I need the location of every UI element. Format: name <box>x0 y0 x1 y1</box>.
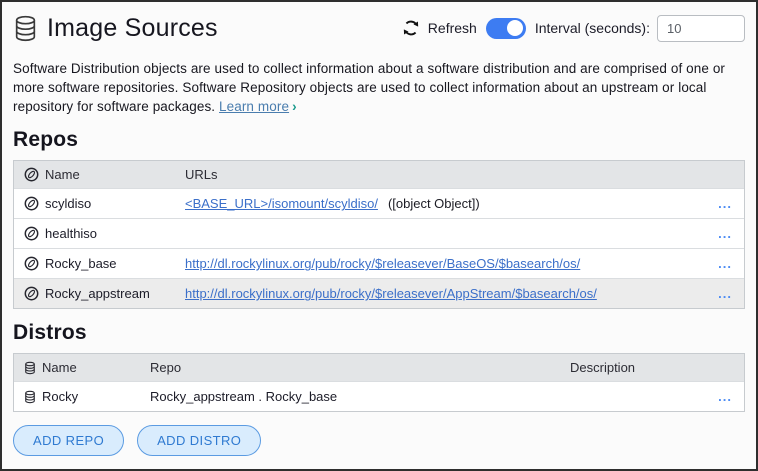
repo-actions-cell: ... <box>706 260 744 268</box>
description-text: Software Distribution objects are used t… <box>13 61 726 115</box>
distros-header-name-label: Name <box>42 360 77 376</box>
repo-name-cell: scyldiso <box>14 196 179 211</box>
repos-table-body: scyldiso <BASE_URL>/isomount/scyldiso/ ([o… <box>14 188 744 309</box>
page-header: Image Sources Refresh Interval (seconds)… <box>13 10 745 46</box>
refresh-icon[interactable] <box>401 18 421 38</box>
repos-heading: Repos <box>13 128 79 152</box>
repo-url-cell: http://dl.rockylinux.org/pub/rocky/$rele… <box>179 256 706 271</box>
repos-table-header: Name URLs <box>14 161 744 189</box>
distros-header-description: Description <box>564 360 706 375</box>
repo-url-cell: http://dl.rockylinux.org/pub/rocky/$rele… <box>179 286 706 301</box>
repo-actions-cell: ... <box>706 230 744 238</box>
table-row: Rocky Rocky_appstream . Rocky_base... <box>14 381 744 412</box>
page-title: Image Sources <box>47 13 218 42</box>
repo-circle-icon <box>24 226 39 241</box>
distro-repo: Rocky_appstream . Rocky_base <box>150 389 338 405</box>
repo-circle-icon <box>24 196 39 211</box>
distros-table-header: Name Repo Description <box>14 354 744 382</box>
row-menu-button[interactable]: ... <box>718 200 732 208</box>
distros-header-repo-label: Repo <box>150 360 182 376</box>
row-menu-button[interactable]: ... <box>718 393 732 401</box>
description: Software Distribution objects are used t… <box>13 59 745 116</box>
repo-name-cell: healthiso <box>14 226 179 241</box>
distro-name-cell: Rocky <box>14 389 144 404</box>
distros-header-description-label: Description <box>570 360 636 376</box>
distros-table-body: Rocky Rocky_appstream . Rocky_base... <box>14 381 744 412</box>
table-row: scyldiso <BASE_URL>/isomount/scyldiso/ ([o… <box>14 188 744 219</box>
repo-name-cell: Rocky_base <box>14 256 179 271</box>
distro-repo-cell: Rocky_appstream . Rocky_base <box>144 389 564 404</box>
repo-circle-icon <box>24 286 39 301</box>
repo-actions-cell: ... <box>706 200 744 208</box>
distro-actions-cell: ... <box>706 393 744 401</box>
add-repo-button[interactable]: ADD REPO <box>13 425 125 457</box>
repo-name: Rocky_base <box>45 256 117 272</box>
repo-circle-icon <box>24 256 39 271</box>
repo-circle-icon <box>24 167 39 182</box>
repos-header-name-label: Name <box>45 167 80 183</box>
refresh-label: Refresh <box>427 20 477 36</box>
row-menu-button[interactable]: ... <box>718 290 732 298</box>
repo-actions-cell: ... <box>706 290 744 298</box>
repos-table: Name URLs scyldiso <BASE_URL>/isomount/sc… <box>13 160 745 310</box>
distros-table: Name Repo Description Rocky Rocky_appstre… <box>13 353 745 413</box>
toggle-knob <box>506 20 523 36</box>
repo-name: healthiso <box>45 226 98 242</box>
repo-name: scyldiso <box>45 196 92 212</box>
refresh-toggle[interactable] <box>485 17 526 39</box>
table-row: healthiso... <box>14 218 744 249</box>
row-menu-button[interactable]: ... <box>718 230 732 238</box>
repos-header-urls-label: URLs <box>185 167 218 183</box>
distros-header-repo: Repo <box>144 360 564 375</box>
table-row: Rocky_appstream http://dl.rockylinux.org/… <box>14 278 744 309</box>
action-buttons: ADD REPO ADD DISTRO <box>13 425 745 457</box>
repo-url-link[interactable]: http://dl.rockylinux.org/pub/rocky/$rele… <box>185 256 580 271</box>
repos-header-name: Name <box>14 167 179 182</box>
distro-name: Rocky <box>42 389 79 405</box>
table-row: Rocky_base http://dl.rockylinux.org/pub/r… <box>14 248 744 279</box>
add-distro-button[interactable]: ADD DISTRO <box>137 425 262 457</box>
title-group: Image Sources <box>13 14 218 43</box>
interval-label: Interval (seconds): <box>534 20 650 36</box>
interval-input[interactable] <box>657 14 745 42</box>
database-icon <box>13 15 38 42</box>
database-small-icon <box>24 390 36 404</box>
repos-header-urls: URLs <box>179 167 706 182</box>
distros-heading: Distros <box>13 321 87 345</box>
repo-name: Rocky_appstream <box>45 286 150 302</box>
database-small-icon <box>24 361 36 375</box>
repo-url-link[interactable]: http://dl.rockylinux.org/pub/rocky/$rele… <box>185 286 597 301</box>
repo-url-link[interactable]: <BASE_URL>/isomount/scyldiso/ <box>185 196 378 211</box>
learn-more-link[interactable]: Learn more <box>219 99 289 114</box>
page: Image Sources Refresh Interval (seconds)… <box>2 2 756 457</box>
chevron-right-icon: › <box>292 99 297 115</box>
header-controls: Refresh Interval (seconds): <box>401 14 745 42</box>
row-menu-button[interactable]: ... <box>718 260 732 268</box>
repo-url-cell: <BASE_URL>/isomount/scyldiso/ ([object Ob… <box>179 196 706 211</box>
repo-name-cell: Rocky_appstream <box>14 286 179 301</box>
distros-header-name: Name <box>14 360 144 375</box>
repo-url-suffix: ([object Object]) <box>387 196 480 212</box>
